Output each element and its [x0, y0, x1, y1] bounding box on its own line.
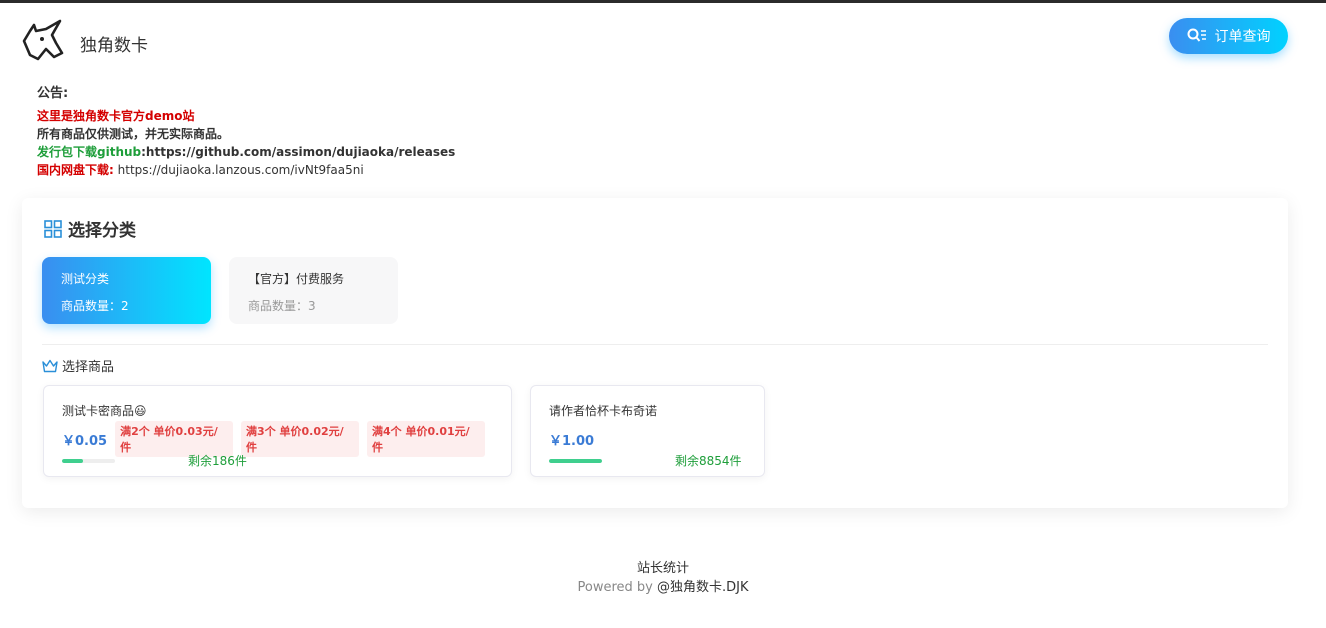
goods-card-coffee[interactable]: 请作者恰杯卡布奇诺 ￥1.00 剩余8854件 [530, 385, 765, 477]
notice-line-3: 发行包下载github:https://github.com/assimon/d… [37, 143, 1177, 161]
divider [42, 344, 1268, 345]
pan-download-label: 国内网盘下载: [37, 163, 114, 177]
category-card-official[interactable]: 【官方】付费服务 商品数量：3 [229, 257, 398, 324]
goods-price: ￥0.05 [62, 433, 108, 449]
stock-row: 剩余8854件 [549, 452, 746, 470]
stock-progress-fill [62, 459, 84, 463]
site-stat-link[interactable]: 站长统计 [0, 559, 1326, 578]
category-name: 【官方】付费服务 [248, 272, 345, 286]
order-query-label: 订单查询 [1214, 29, 1271, 45]
stock-progress-bar [62, 459, 115, 463]
stock-progress-bar [549, 459, 602, 463]
unicorn-logo-icon[interactable] [20, 19, 68, 63]
price-row: ￥0.05 满2个 单价0.03元/件 满3个 单价0.02元/件 满4个 单价… [62, 421, 493, 457]
header: 独角数卡 订单查询 [0, 3, 1326, 73]
footer: 站长统计 Powered by @独角数卡.DJK [0, 559, 1326, 597]
goods-section-title: 选择商品 [42, 356, 114, 375]
powered-prefix: Powered by [577, 580, 657, 595]
category-section-title: 选择分类 [44, 216, 136, 241]
powered-by: Powered by @独角数卡.DJK [0, 578, 1326, 597]
grid-icon [44, 219, 62, 238]
notice-line-4: 国内网盘下载: https://dujiaoka.lanzous.com/ivN… [37, 161, 1177, 179]
powered-brand-link[interactable]: @独角数卡.DJK [657, 580, 749, 595]
main-card: 选择分类 测试分类 商品数量：2 【官方】付费服务 商品数量：3 选择商品 测试… [22, 198, 1288, 508]
notice-label: 公告: [37, 86, 69, 101]
stock-row: 剩余186件 [62, 452, 493, 470]
notice-line-2: 所有商品仅供测试，并无实际商品。 [37, 127, 230, 141]
goods-card-test-card[interactable]: 测试卡密商品😃 ￥0.05 满2个 单价0.03元/件 满3个 单价0.02元/… [43, 385, 512, 477]
notice-line-1: 这里是独角数卡官方demo站 [37, 109, 195, 123]
stock-text: 剩余186件 [188, 454, 247, 468]
crown-icon [42, 359, 58, 372]
category-title-text: 选择分类 [68, 221, 136, 241]
category-name: 测试分类 [61, 272, 110, 286]
goods-name: 请作者恰杯卡布奇诺 [549, 404, 658, 418]
github-download-label: 发行包下载github [37, 145, 142, 159]
goods-title-text: 选择商品 [62, 360, 115, 375]
site-title[interactable]: 独角数卡 [80, 31, 148, 56]
notice-panel: 公告: 这里是独角数卡官方demo站 所有商品仅供测试，并无实际商品。 发行包下… [37, 85, 1177, 179]
price-row: ￥1.00 [549, 429, 746, 449]
goods-price: ￥1.00 [549, 433, 595, 449]
search-list-icon [1187, 28, 1206, 42]
category-count: 商品数量：2 [61, 299, 129, 313]
pan-download-url[interactable]: https://dujiaoka.lanzous.com/ivNt9faa5ni [114, 163, 364, 177]
github-download-url[interactable]: :https://github.com/assimon/dujiaoka/rel… [141, 145, 455, 159]
category-card-test[interactable]: 测试分类 商品数量：2 [42, 257, 211, 324]
order-query-button[interactable]: 订单查询 [1169, 18, 1288, 54]
category-count: 商品数量：3 [248, 299, 316, 313]
stock-text: 剩余8854件 [675, 454, 742, 468]
goods-name: 测试卡密商品😃 [62, 404, 147, 418]
stock-progress-fill [549, 459, 602, 463]
